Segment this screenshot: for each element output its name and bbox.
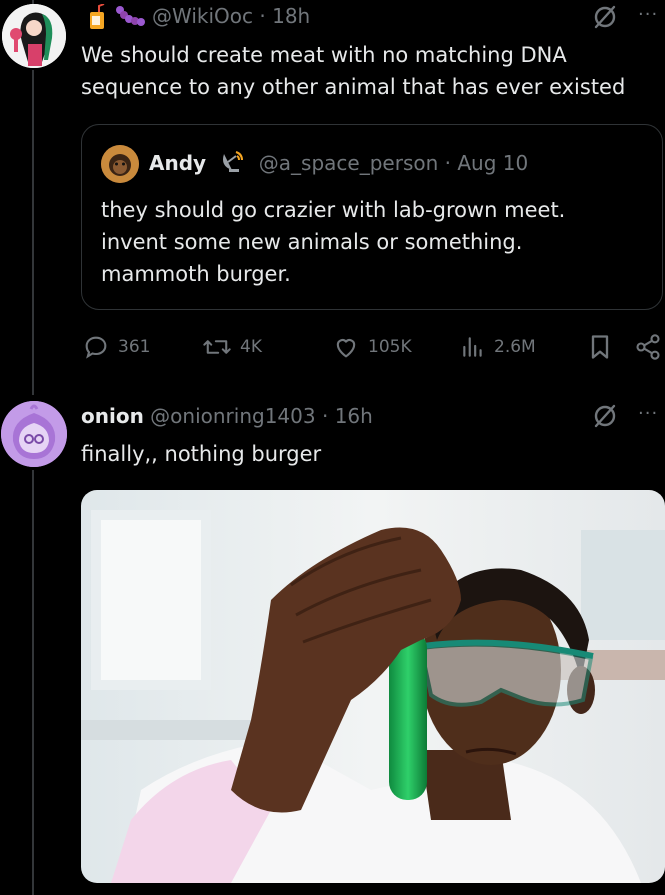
views-icon [460,333,486,361]
reply-button[interactable]: 361 [82,332,150,362]
tweet2-handle[interactable]: @onionring1403 [150,404,315,428]
thread-line-1 [32,70,34,395]
tweet2-photo[interactable] [81,490,665,883]
repost-count: 4K [240,337,262,357]
satellite-dish-icon [218,150,246,179]
quote-text-line2: invent some new animals or something. [101,230,523,254]
views-button[interactable]: 2.6M [460,332,536,362]
caterpillar-icon [114,4,148,32]
like-count: 105K [368,337,412,357]
tweet2-text: finally,, nothing burger [81,442,322,466]
avatar-andy [101,145,139,183]
views-count: 2.6M [494,337,536,357]
quote-author-name[interactable]: Andy [149,151,206,175]
tweet2-meta: onion @onionring1403 · 16h [81,404,373,428]
quote-date[interactable]: Aug 10 [457,151,528,175]
bookmark-icon [588,333,612,361]
share-icon [634,333,662,361]
quote-author-handle[interactable]: @a_space_person [259,151,438,175]
more-icon[interactable]: ··· [638,403,658,424]
avatar-wikiooc[interactable] [2,4,66,68]
quote-text-line1: they should go crazier with lab-grown me… [101,198,566,222]
tweet1-text-line1: We should create meat with no matching D… [81,43,567,67]
repost-button[interactable]: 4K [202,332,262,362]
repost-icon [202,333,232,361]
avatar-onion[interactable] [1,401,67,467]
tweet2-author-name[interactable]: onion [81,404,144,428]
like-button[interactable]: 105K [332,332,412,362]
tweet1-text-line2: sequence to any other animal that has ev… [81,75,626,99]
meta-separator: · [259,4,266,28]
thread-line-2 [32,470,34,895]
tweet1-meta: @WikiOoc · 18h [152,4,310,28]
quote-text-line3: mammoth burger. [101,262,291,286]
quote-text: they should go crazier with lab-grown me… [101,194,565,290]
tweet1-text: We should create meat with no matching D… [81,39,625,103]
reply-icon [82,333,110,361]
more-icon[interactable]: ··· [638,4,658,25]
grok-icon[interactable] [592,403,618,433]
juice-box-icon [88,3,106,34]
share-button[interactable] [634,332,662,362]
like-icon [332,333,360,361]
quote-meta: Andy @a_space_person · Aug 10 [149,150,528,179]
tweet2-time[interactable]: 16h [335,404,373,428]
reply-count: 361 [118,337,151,357]
bookmark-button[interactable] [588,332,612,362]
meta-separator: · [321,404,329,428]
tweet1-handle[interactable]: @WikiOoc [152,4,253,28]
tweet1-time[interactable]: 18h [272,4,310,28]
grok-icon[interactable] [592,4,618,34]
meta-separator: · [444,151,451,175]
